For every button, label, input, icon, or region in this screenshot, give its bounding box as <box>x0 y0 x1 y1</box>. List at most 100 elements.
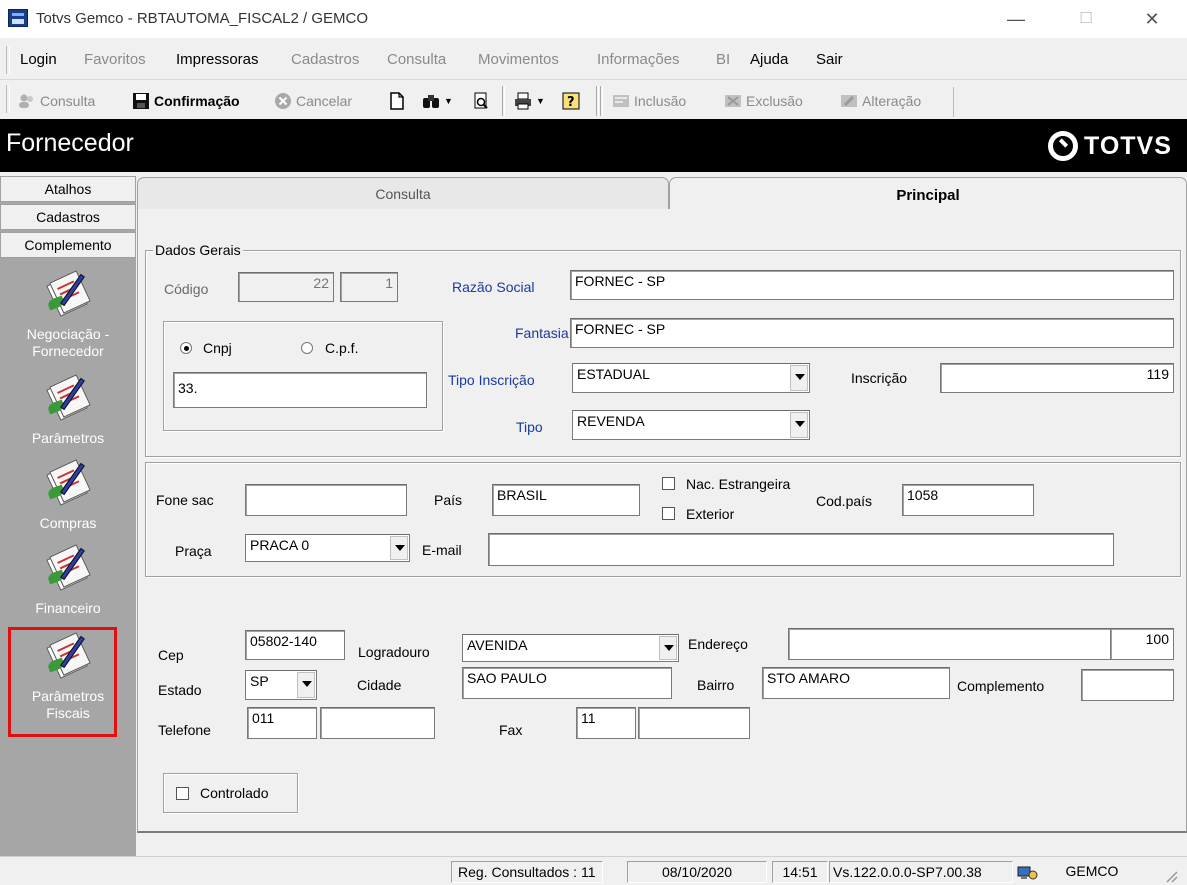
sidebar-tab-cadastros[interactable]: Cadastros <box>0 204 136 230</box>
toolbar-grip <box>6 85 10 113</box>
menu-login[interactable]: Login <box>20 51 57 68</box>
status-system: GEMCO <box>1065 863 1119 879</box>
document-pen-icon <box>46 270 91 317</box>
help-button[interactable]: ? <box>562 88 580 114</box>
praca-select[interactable]: PRACA 0 <box>245 534 410 562</box>
close-button[interactable]: ✕ <box>1129 6 1175 32</box>
toolbar: Consulta Confirmação Cancelar ▼ ▼ ? Incl… <box>0 81 960 119</box>
confirmacao-button[interactable]: Confirmação <box>132 88 240 114</box>
sidebar-item-financeiro[interactable]: Financeiro <box>0 544 136 617</box>
estado-select[interactable]: SP <box>245 670 317 700</box>
resize-grip-icon[interactable] <box>1163 868 1179 884</box>
preview-button[interactable] <box>472 88 490 114</box>
menu-consulta[interactable]: Consulta <box>387 51 446 68</box>
document-pen-icon <box>46 459 91 506</box>
inscricao-field[interactable]: 119 <box>940 363 1174 393</box>
menu-movimentos[interactable]: Movimentos <box>478 51 559 68</box>
chevron-down-icon[interactable] <box>790 412 808 438</box>
fantasia-field[interactable]: FORNEC - SP <box>570 318 1174 348</box>
status-time: 14:51 <box>772 861 828 883</box>
pais-field[interactable]: BRASIL <box>492 484 640 516</box>
cod-pais-field[interactable]: 1058 <box>902 484 1034 516</box>
codigo-field[interactable]: 22 <box>238 272 334 302</box>
numero-field[interactable]: 100 <box>1110 628 1174 660</box>
new-document-button[interactable] <box>388 88 406 114</box>
printer-icon <box>515 92 531 110</box>
endereco-field[interactable] <box>788 628 1111 660</box>
chevron-down-icon[interactable] <box>659 636 677 660</box>
binoculars-icon <box>423 95 439 108</box>
estado-value: SP <box>250 673 269 689</box>
documento-field[interactable]: 33. <box>173 372 427 408</box>
sidebar-item-label: Compras <box>39 515 97 531</box>
tab-consulta[interactable]: Consulta <box>137 177 669 209</box>
endereco-label: Endereço <box>688 636 748 652</box>
sidebar-item-parametros[interactable]: Parâmetros <box>0 374 136 447</box>
razao-social-label: Razão Social <box>452 279 535 295</box>
print-dropdown-arrow-icon: ▼ <box>536 96 545 106</box>
fax-ddd-field[interactable]: 11 <box>576 707 636 739</box>
sidebar-item-negociacao-fornecedor[interactable]: Negociação - Fornecedor <box>0 270 136 360</box>
totvs-logo: TOTVS <box>1048 131 1172 161</box>
chevron-down-icon[interactable] <box>390 536 408 560</box>
cidade-field[interactable]: SAO PAULO <box>462 667 672 699</box>
logradouro-value: AVENIDA <box>467 637 528 653</box>
find-button[interactable]: ▼ <box>422 88 453 114</box>
codigo-digit-field[interactable]: 1 <box>340 272 398 302</box>
cpf-label: C.p.f. <box>325 340 359 356</box>
consulta-label: Consulta <box>40 93 96 109</box>
menu-bi[interactable]: BI <box>716 51 730 68</box>
minimize-button[interactable]: — <box>993 6 1039 32</box>
tipo-inscricao-value: ESTADUAL <box>577 366 650 382</box>
status-date: 08/10/2020 <box>627 861 767 883</box>
cnpj-radio[interactable] <box>180 342 192 354</box>
cpf-radio[interactable] <box>301 342 313 354</box>
cancelar-button[interactable]: Cancelar <box>274 88 352 114</box>
chevron-down-icon[interactable] <box>297 672 315 698</box>
logradouro-select[interactable]: AVENIDA <box>462 634 679 662</box>
controlado-checkbox[interactable] <box>176 787 189 800</box>
alteracao-button[interactable]: Alteração <box>840 88 921 114</box>
exclusao-button[interactable]: Exclusão <box>724 88 803 114</box>
page-header: Fornecedor TOTVS <box>0 119 1187 172</box>
inscricao-label: Inscrição <box>851 370 908 386</box>
complemento-label: Complemento <box>957 678 1045 694</box>
email-field[interactable] <box>488 533 1114 566</box>
menu-impressoras[interactable]: Impressoras <box>176 51 259 68</box>
nac-estrangeira-checkbox[interactable] <box>662 477 675 490</box>
consulta-button[interactable]: Consulta <box>18 88 95 114</box>
sidebar-tab-complemento[interactable]: Complemento <box>0 232 136 258</box>
controlado-label: Controlado <box>200 785 269 801</box>
menu-informacoes[interactable]: Informações <box>597 51 680 68</box>
menu-grip <box>6 46 10 74</box>
totvs-logo-text: TOTVS <box>1084 131 1172 160</box>
chevron-down-icon[interactable] <box>790 365 808 391</box>
cancelar-label: Cancelar <box>296 93 353 109</box>
tipo-inscricao-select[interactable]: ESTADUAL <box>572 363 810 393</box>
cancel-icon <box>275 93 291 109</box>
telefone-field[interactable] <box>320 707 435 739</box>
email-label: E-mail <box>422 542 462 558</box>
fax-field[interactable] <box>638 707 750 739</box>
app-icon <box>8 9 28 27</box>
maximize-button[interactable]: ☐ <box>1063 6 1109 32</box>
tipo-select[interactable]: REVENDA <box>572 410 810 440</box>
exterior-checkbox[interactable] <box>662 507 675 520</box>
menu-ajuda[interactable]: Ajuda <box>750 51 788 68</box>
telefone-ddd-field[interactable]: 011 <box>247 707 317 739</box>
menu-cadastros[interactable]: Cadastros <box>291 51 359 68</box>
tab-principal[interactable]: Principal <box>669 177 1187 211</box>
menu-bar: Login Favoritos Impressoras Cadastros Co… <box>0 40 1187 80</box>
razao-social-field[interactable]: FORNEC - SP <box>570 270 1174 300</box>
tipo-label: Tipo <box>516 419 543 435</box>
inclusao-button[interactable]: Inclusão <box>612 88 686 114</box>
sidebar-item-compras[interactable]: Compras <box>0 459 136 532</box>
menu-favoritos[interactable]: Favoritos <box>84 51 146 68</box>
print-button[interactable]: ▼ <box>514 88 545 114</box>
bairro-field[interactable]: STO AMARO <box>762 667 950 699</box>
fone-sac-field[interactable] <box>245 484 407 516</box>
menu-sair[interactable]: Sair <box>816 51 843 68</box>
complemento-field[interactable] <box>1081 669 1174 701</box>
cep-field[interactable]: 05802-140 <box>245 630 345 660</box>
sidebar-tab-atalhos[interactable]: Atalhos <box>0 176 136 202</box>
